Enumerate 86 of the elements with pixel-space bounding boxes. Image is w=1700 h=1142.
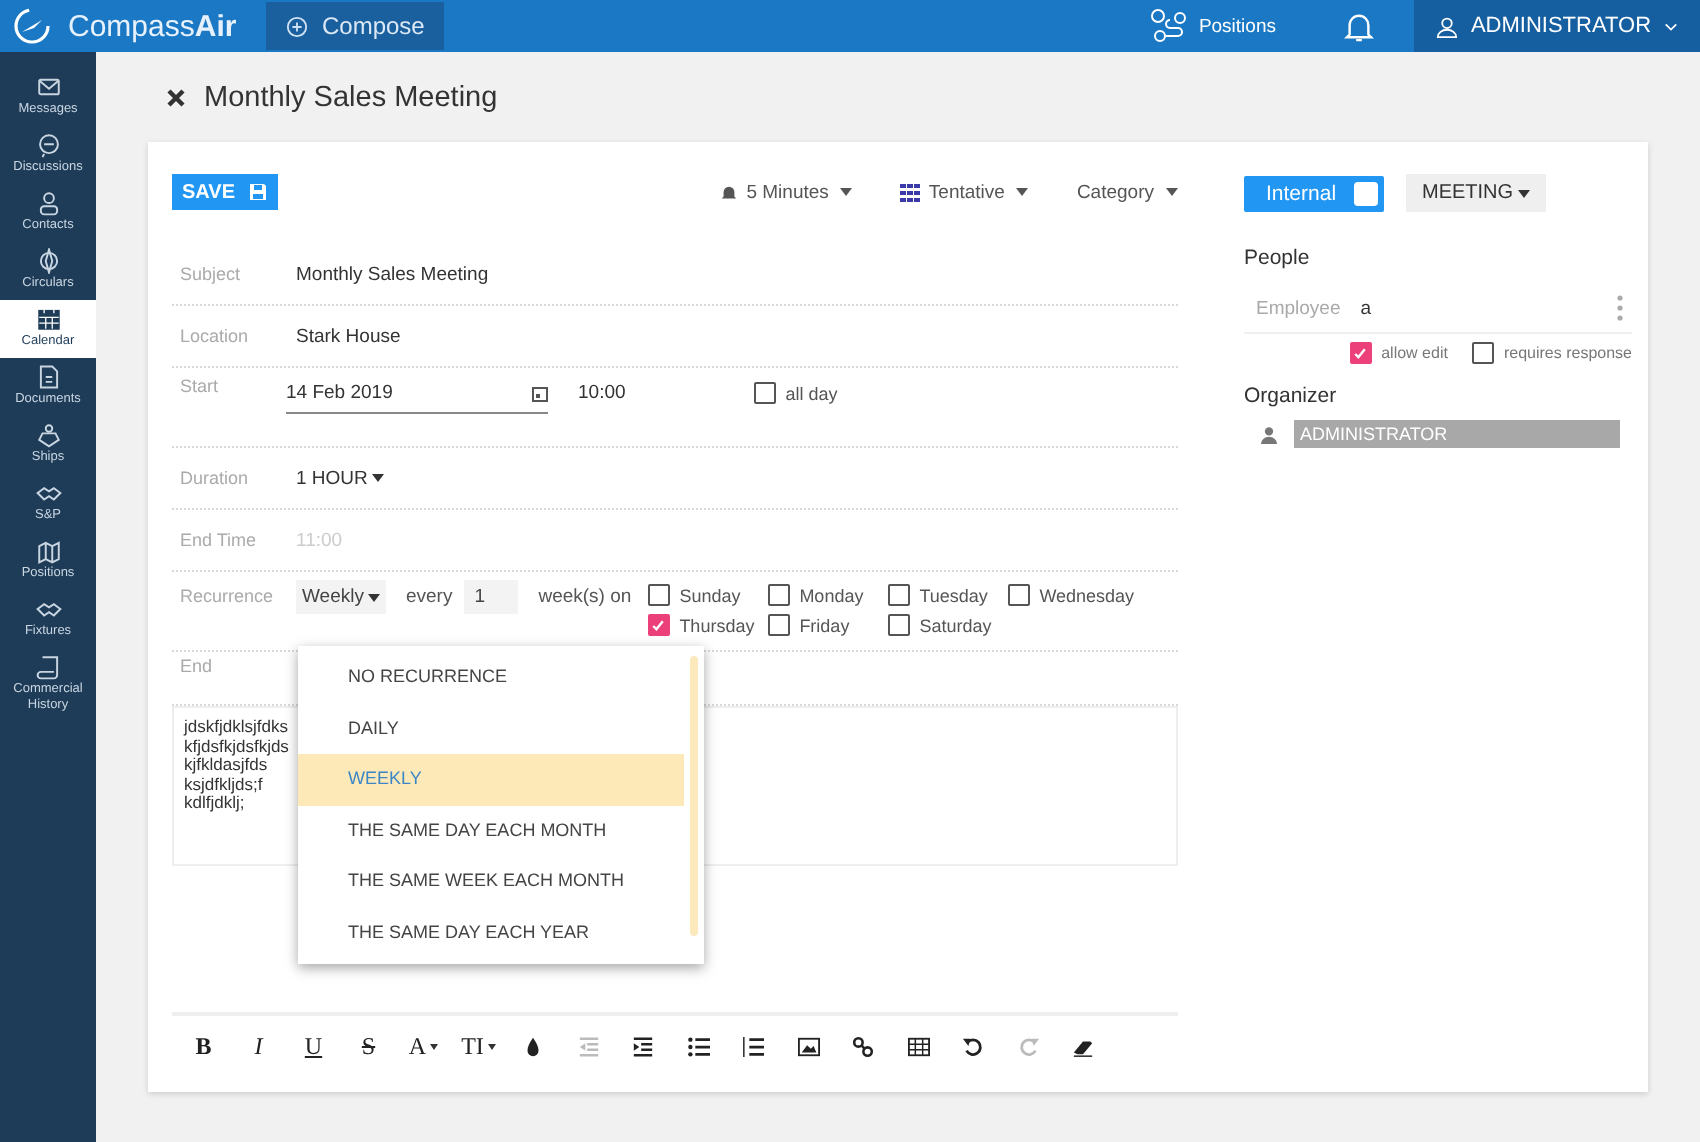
field-label: Subject [180,264,243,284]
bullet-list-icon [687,1035,710,1057]
compass-logo-icon [12,6,52,46]
meeting-type-dropdown[interactable]: MEETING [1406,174,1546,212]
weekday-checkbox[interactable]: Tuesday [887,584,1008,606]
notifications-icon[interactable] [1344,9,1374,43]
category-dropdown[interactable]: Category [1076,181,1178,203]
weekday-checkbox[interactable]: Saturday [887,614,1008,636]
checkmark-icon [1352,345,1369,361]
plus-circle-icon [286,15,308,37]
user-icon [1260,425,1278,443]
link-icon [852,1035,875,1057]
scroll-icon [35,654,61,680]
document-icon [35,364,61,390]
menu-item[interactable]: THE SAME DAY EACH YEAR [298,907,684,958]
user-menu[interactable]: ADMINISTRATOR [1414,0,1700,52]
caret-icon [1166,188,1178,196]
compose-button[interactable]: Compose [266,2,445,50]
unit-label: week(s) on [538,584,632,608]
person-icon [35,190,61,216]
duration-dropdown[interactable]: 1 HOUR [296,467,384,489]
caret-icon [1016,188,1029,196]
table-icon [907,1035,930,1057]
grid-icon [900,183,921,201]
chat-bubble-icon [35,132,61,158]
close-icon[interactable] [166,88,186,108]
checkmark-icon [650,617,667,633]
weekday-checkbox[interactable]: Thursday [647,614,768,636]
font-color-button[interactable]: A [396,1024,451,1068]
allow-edit-checkbox[interactable]: allow edit [1349,342,1448,364]
compass-icon [35,248,61,274]
employee-field[interactable]: Employee a [1244,284,1632,334]
weekday-checkbox[interactable]: Wednesday [1007,584,1135,606]
strikethrough-button[interactable]: S [341,1024,396,1068]
positions-button[interactable]: Positions [1150,8,1276,44]
italic-button[interactable]: I [231,1024,286,1068]
ship-icon [35,422,61,448]
calendar-icon [35,306,61,332]
route-icon [1150,8,1191,44]
map-icon [35,538,61,564]
calendar-icon [532,385,548,401]
outdent-icon [577,1035,600,1057]
underline-button[interactable]: U [286,1024,341,1068]
bold-button[interactable]: B [176,1024,231,1068]
all-day-checkbox[interactable]: all day [753,382,838,404]
chevron-down-icon [1663,21,1678,31]
organizer-chip: ADMINISTRATOR [1294,420,1620,448]
field-label: Recurrence [180,584,276,606]
user-icon [1436,15,1459,37]
page-title: Monthly Sales Meeting [204,82,498,114]
redo-icon [1017,1035,1040,1057]
bell-icon [720,183,739,201]
field-label: Location [180,326,251,346]
weekday-checkbox[interactable]: Friday [767,614,888,636]
section-title: Organizer [1244,384,1339,408]
indent-icon [632,1035,655,1057]
caret-icon [1517,189,1530,197]
weekday-checkbox[interactable]: Monday [767,584,888,606]
caret-icon [840,188,853,196]
reminder-dropdown[interactable]: 5 Minutes [720,181,853,203]
interval-field[interactable]: 1 [464,580,519,614]
undo-icon [962,1035,985,1057]
scrollbar[interactable] [690,656,698,936]
field-label: End Time [180,530,259,550]
subject-field[interactable]: Monthly Sales Meeting [296,263,489,285]
menu-item[interactable]: DAILY [298,703,684,754]
weekday-checkbox[interactable]: Sunday [647,584,768,606]
requires-response-checkbox[interactable]: requires response [1471,342,1632,364]
numbered-list-icon [742,1035,765,1057]
section-title: People [1244,246,1312,270]
caret-icon [371,474,384,482]
field-label: Duration [180,468,251,488]
field-label: End [180,656,215,676]
image-icon [797,1035,820,1057]
status-dropdown[interactable]: Tentative [900,181,1029,203]
caret-icon [367,593,380,601]
menu-item[interactable]: THE SAME DAY EACH MONTH [298,805,684,856]
every-label: every [405,584,453,608]
envelope-icon [35,74,61,100]
start-time-field[interactable]: 10:00 [578,382,626,404]
font-size-button[interactable]: TI [451,1024,506,1068]
location-field[interactable]: Stark House [296,325,401,347]
menu-item[interactable]: NO RECURRENCE [298,652,684,703]
app-logo: CompassAir [68,9,237,43]
date-field[interactable]: 14 Feb 2019 [286,376,548,414]
recurrence-dropdown[interactable]: Weekly [296,580,386,614]
